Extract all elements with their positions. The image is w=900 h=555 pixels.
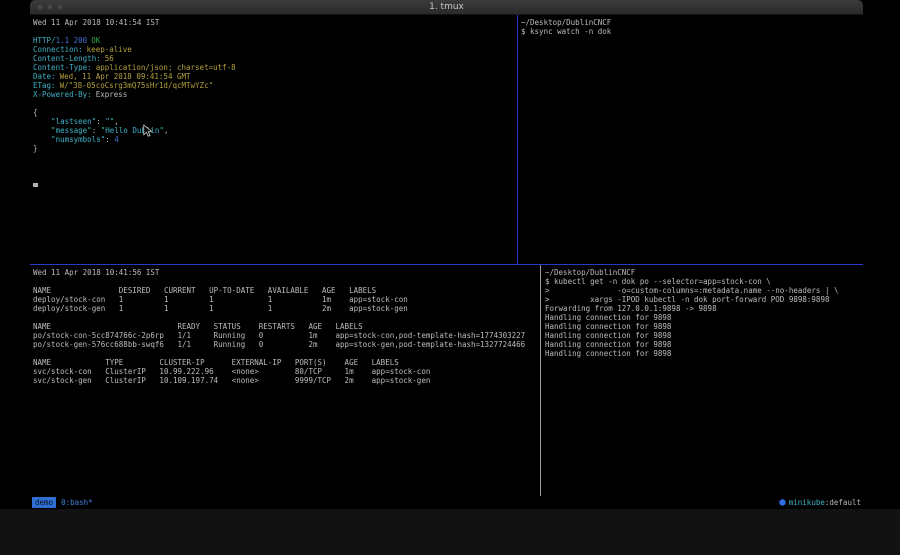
terminal-line: Wed 11 Apr 2018 10:41:56 IST [33, 268, 540, 277]
header-name: ETag: [33, 81, 56, 90]
json-line: "message": "Hello Dublin", [33, 126, 517, 135]
terminal-line: > -o=custom-columns=:metadata.name --no-… [545, 286, 863, 295]
json-key: "message" [33, 126, 92, 135]
http-header-line: X-Powered-By: Express [33, 90, 517, 99]
terminal-line: Handling connection for 9898 [545, 331, 863, 340]
header-value: Express [96, 90, 128, 99]
terminal-line [33, 349, 540, 358]
terminal-line: NAME TYPE CLUSTER-IP EXTERNAL-IP PORT(S)… [33, 358, 540, 367]
kube-namespace: :default [825, 498, 861, 507]
http-header-line: Content-Type: application/json; charset=u… [33, 63, 517, 72]
http-status-line: HTTP/1.1 200OK [33, 36, 517, 45]
kubernetes-icon [779, 499, 786, 506]
window-name-item[interactable]: 0:bash* [61, 496, 93, 509]
json-comma: , [114, 117, 119, 126]
pane-border-horizontal[interactable] [30, 264, 863, 265]
json-line: "lastseen": "", [33, 117, 517, 126]
pane-http-response[interactable]: Wed 11 Apr 2018 10:41:54 IST HTTP/1.1 20… [30, 15, 517, 264]
pane-ksync-watch[interactable]: ~/Desktop/DublinCNCF$ ksync watch -n dok [519, 15, 863, 264]
http-protocol: HTTP/ [33, 36, 56, 45]
kube-context-indicator: minikube:default [779, 496, 861, 509]
terminal-line: > xargs -IPOD kubectl -n dok port-forwar… [545, 295, 863, 304]
terminal-line: Handling connection for 9898 [545, 340, 863, 349]
header-name: Content-Length: [33, 54, 101, 63]
tmux-terminal: Wed 11 Apr 2018 10:41:54 IST HTTP/1.1 20… [30, 15, 863, 496]
pane-border-vertical-top[interactable] [517, 15, 518, 264]
terminal-cursor [33, 183, 38, 187]
json-separator: : [96, 117, 105, 126]
terminal-line: Forwarding from 127.0.0.1:9898 -> 9898 [545, 304, 863, 313]
traffic-light-zoom[interactable] [57, 4, 63, 10]
header-value: keep-alive [87, 45, 132, 54]
session-name-badge[interactable]: demo [32, 497, 56, 508]
terminal-line: Handling connection for 9898 [545, 313, 863, 322]
terminal-line: po/stock-gen-576cc688bb-swqf6 1/1 Runnin… [33, 340, 540, 349]
mouse-cursor-icon [143, 124, 152, 138]
json-comma: , [164, 126, 169, 135]
traffic-light-close[interactable] [37, 4, 43, 10]
terminal-line: NAME READY STATUS RESTARTS AGE LABELS [33, 322, 540, 331]
http-header-line: Date: Wed, 11 Apr 2018 09:41:54 GMT [33, 72, 517, 81]
header-value: Wed, 11 Apr 2018 09:41:54 GMT [60, 72, 191, 81]
pane-port-forward[interactable]: ~/Desktop/DublinCNCF$ kubectl get -n dok… [542, 265, 863, 496]
kube-context-text: minikube:default [789, 496, 861, 509]
terminal-line: $ ksync watch -n dok [521, 27, 863, 36]
timestamp-line: Wed 11 Apr 2018 10:41:54 IST [33, 18, 517, 27]
http-header-line: Content-Length: 56 [33, 54, 517, 63]
header-name: Connection: [33, 45, 83, 54]
json-value: "" [105, 117, 114, 126]
terminal-line: svc/stock-con ClusterIP 10.99.222.96 <no… [33, 367, 540, 376]
traffic-lights [37, 4, 63, 10]
http-reason: OK [91, 36, 100, 45]
json-separator: : [92, 126, 101, 135]
header-value: 56 [105, 54, 114, 63]
http-status-code: 1.1 200 [56, 36, 88, 45]
json-separator: : [105, 135, 114, 144]
prompt-line [33, 180, 517, 189]
terminal-line: Handling connection for 9898 [545, 322, 863, 331]
http-header-line: ETag: W/"38-05coCsrg3mQ75sHr1d/qcMTwYZc" [33, 81, 517, 90]
status-bar-left: demo 0:bash* [32, 496, 93, 509]
json-key: "lastseen" [33, 117, 96, 126]
kube-context-name: minikube [789, 498, 825, 507]
terminal-line [33, 313, 540, 322]
header-name: X-Powered-By: [33, 90, 92, 99]
json-close-brace: } [33, 144, 517, 153]
pane-border-vertical-bottom[interactable] [540, 265, 541, 496]
tmux-status-bar: demo 0:bash* minikube:default [30, 496, 863, 509]
terminal-line: NAME DESIRED CURRENT UP-TO-DATE AVAILABL… [33, 286, 540, 295]
terminal-line: deploy/stock-gen 1 1 1 1 2m app=stock-ge… [33, 304, 540, 313]
header-name: Content-Type: [33, 63, 92, 72]
header-value: W/"38-05coCsrg3mQ75sHr1d/qcMTwYZc" [60, 81, 214, 90]
terminal-line: $ kubectl get -n dok po --selector=app=s… [545, 277, 863, 286]
window-title: 1. tmux [429, 0, 464, 15]
terminal-line: po/stock-con-5cc874766c-2p6rp 1/1 Runnin… [33, 331, 540, 340]
json-value: 4 [114, 135, 119, 144]
desktop-background [0, 509, 900, 555]
traffic-light-minimize[interactable] [47, 4, 53, 10]
json-value: "Hello Dublin" [101, 126, 164, 135]
terminal-window: 1. tmux Wed 11 Apr 2018 10:41:54 IST HTT… [30, 0, 863, 509]
blank-line [33, 99, 517, 108]
terminal-line: Handling connection for 9898 [545, 349, 863, 358]
terminal-line: svc/stock-gen ClusterIP 10.109.197.74 <n… [33, 376, 540, 385]
blank-line [33, 162, 517, 171]
http-header-line: Connection: keep-alive [33, 45, 517, 54]
window-titlebar[interactable]: 1. tmux [30, 0, 863, 15]
header-name: Date: [33, 72, 56, 81]
blank-line [33, 27, 517, 36]
blank-line [33, 153, 517, 162]
pane-kubectl-resources[interactable]: Wed 11 Apr 2018 10:41:56 IST NAME DESIRED… [30, 265, 540, 496]
terminal-line: ~/Desktop/DublinCNCF [521, 18, 863, 27]
json-open-brace: { [33, 108, 517, 117]
header-value: application/json; charset=utf-8 [96, 63, 236, 72]
json-line: "numsymbols": 4 [33, 135, 517, 144]
terminal-line [33, 277, 540, 286]
blank-line [33, 171, 517, 180]
terminal-line: deploy/stock-con 1 1 1 1 1m app=stock-co… [33, 295, 540, 304]
terminal-line: ~/Desktop/DublinCNCF [545, 268, 863, 277]
json-key: "numsymbols" [33, 135, 105, 144]
